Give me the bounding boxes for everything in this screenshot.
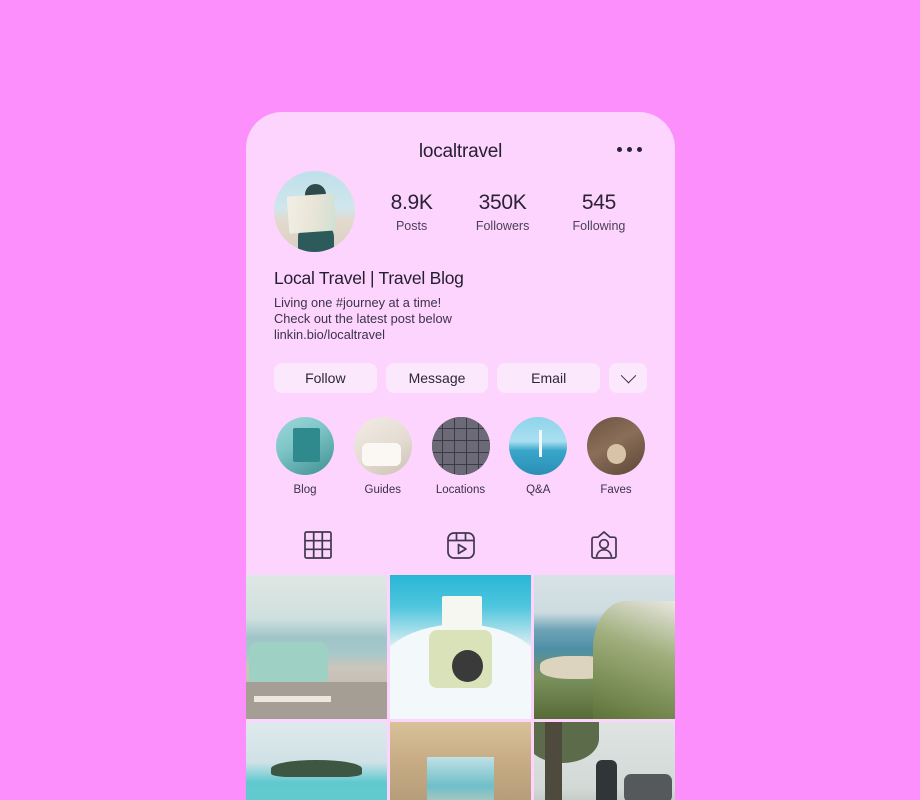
photo-shape: [271, 759, 362, 778]
photo-shape: [452, 650, 484, 682]
stats-row: 8.9K Posts 350K Followers 545 Following: [355, 191, 647, 233]
stat-following[interactable]: 545 Following: [573, 191, 626, 233]
photo-shape: [624, 774, 673, 800]
grid-photo[interactable]: [534, 722, 675, 800]
highlight-cover: [431, 417, 490, 476]
highlight-cover: [587, 417, 645, 476]
highlight-cover: [353, 417, 412, 476]
highlight-locations[interactable]: Locations: [431, 417, 491, 496]
content-tabs: [246, 518, 675, 572]
photo-shape: [426, 756, 495, 800]
more-horizontal-icon[interactable]: [617, 147, 642, 152]
grid-photo[interactable]: [390, 575, 531, 720]
photo-shape: [534, 722, 599, 763]
grid-photo[interactable]: [246, 575, 387, 720]
photo-shape: [248, 641, 328, 682]
grid-photo[interactable]: [246, 722, 387, 800]
page-title: localtravel: [418, 141, 503, 162]
collage: [431, 417, 490, 476]
stat-label: Followers: [475, 218, 530, 233]
follow-button[interactable]: Follow: [274, 363, 377, 394]
highlight-qa[interactable]: Q&A: [508, 417, 568, 496]
highlight-faves[interactable]: Faves: [586, 417, 646, 496]
dot: [637, 147, 642, 152]
highlight-blog[interactable]: Blog: [275, 417, 335, 496]
bio-line: Living one #journey at a time!: [274, 295, 442, 310]
grid-photo[interactable]: [390, 722, 531, 800]
highlight-label: Blog: [293, 484, 317, 497]
stat-posts[interactable]: 8.9K Posts: [391, 191, 433, 233]
tab-tagged[interactable]: [532, 529, 675, 561]
highlight-cover: [509, 417, 568, 476]
story-highlights: Blog Guides Locations Q&A Faves: [246, 417, 675, 496]
display-name: Local Travel | Travel Blog: [274, 268, 464, 288]
stat-label: Following: [572, 218, 626, 233]
photo-shape: [596, 759, 618, 800]
photo-shape: [442, 595, 482, 634]
grid-icon: [303, 531, 332, 560]
tab-grid[interactable]: [246, 529, 389, 561]
dot: [617, 147, 622, 152]
stat-value: 350K: [478, 190, 527, 214]
avatar-map: [286, 193, 336, 235]
phone-frame: localtravel 8.9K Posts 350K Followers 54…: [246, 112, 675, 800]
profile-summary: 8.9K Posts 350K Followers 545 Following: [246, 171, 675, 252]
tagged-person-icon: [590, 531, 617, 560]
dot: [627, 147, 632, 152]
top-bar: localtravel: [246, 112, 675, 170]
avatar[interactable]: [274, 171, 355, 252]
stat-label: Posts: [395, 218, 428, 233]
stat-value: 8.9K: [390, 190, 433, 214]
grid-photo[interactable]: [534, 575, 675, 720]
stat-followers[interactable]: 350K Followers: [476, 191, 530, 233]
action-buttons: Follow Message Email: [246, 363, 675, 394]
highlight-label: Q&A: [526, 484, 551, 497]
highlight-guides[interactable]: Guides: [353, 417, 413, 496]
bio-section: Local Travel | Travel Blog Living one #j…: [246, 268, 675, 341]
reels-icon: [446, 532, 475, 560]
bio-line: Check out the latest post below: [274, 310, 452, 326]
highlight-label: Faves: [600, 484, 632, 497]
stat-value: 545: [581, 190, 617, 214]
photo-shape: [545, 722, 563, 800]
highlight-label: Locations: [435, 484, 486, 497]
photo-grid: [246, 575, 675, 800]
photo-shape: [254, 696, 331, 703]
tab-reels[interactable]: [389, 529, 532, 561]
chevron-down-icon: [620, 367, 636, 384]
message-button[interactable]: Message: [385, 363, 489, 394]
expand-button[interactable]: [609, 363, 648, 394]
photo-shape: [593, 601, 675, 720]
bio-link[interactable]: linkin.bio/localtravel: [274, 327, 647, 342]
highlight-label: Guides: [364, 484, 401, 497]
email-button[interactable]: Email: [497, 363, 601, 394]
highlight-cover: [276, 417, 334, 476]
